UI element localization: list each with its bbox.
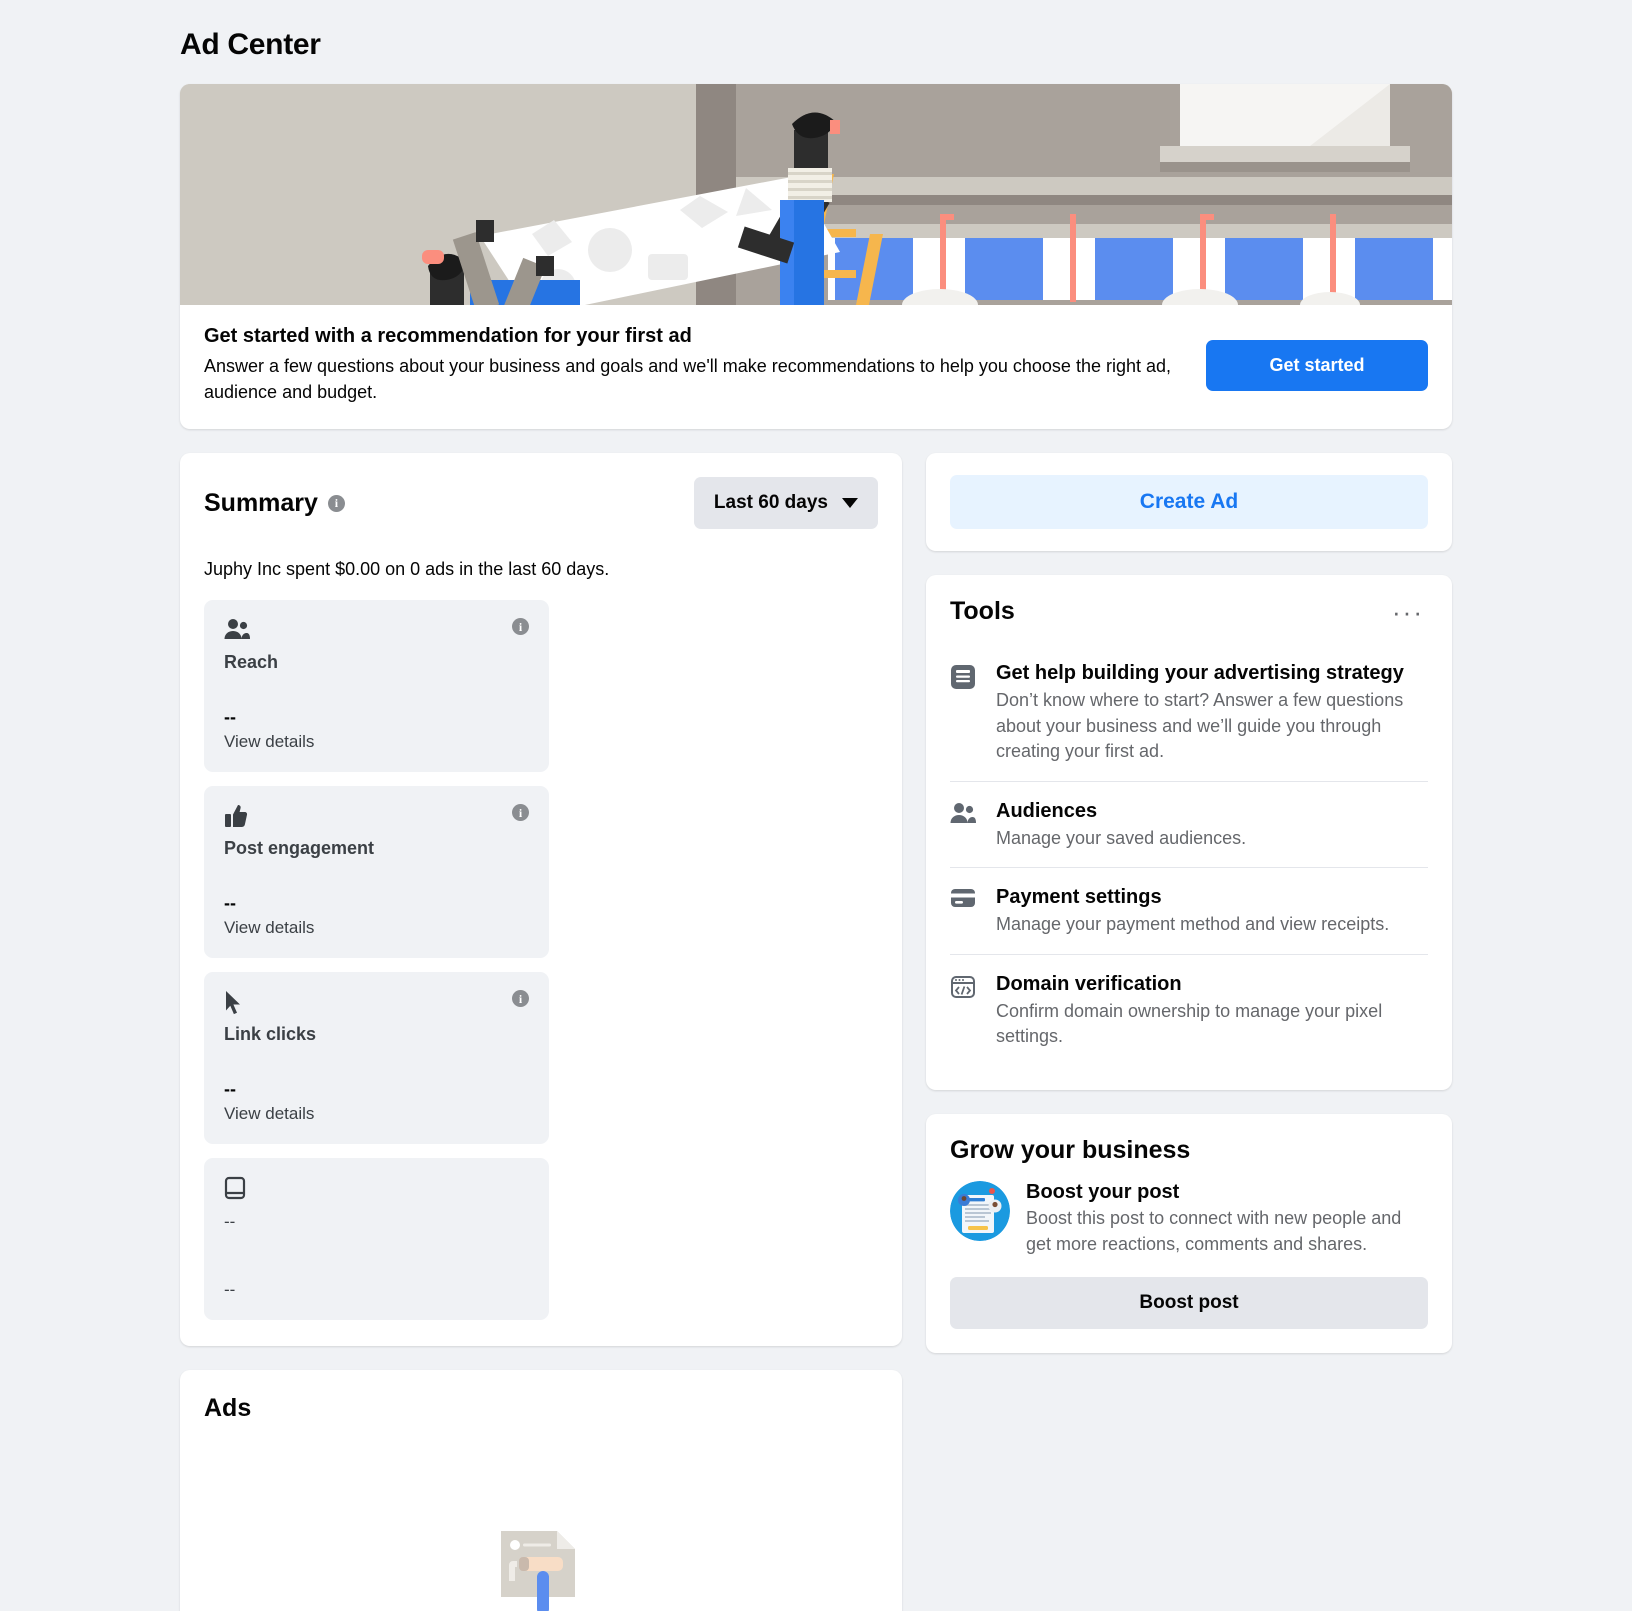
ad-center-page: Ad Center Get started with a recommendat… — [0, 0, 1632, 1611]
tile-icon-row: i — [224, 618, 529, 646]
info-icon[interactable]: i — [512, 618, 529, 636]
tool-description: Confirm domain ownership to manage your … — [996, 1000, 1383, 1047]
tool-item-payment-settings[interactable]: Payment settings Manage your payment met… — [950, 867, 1428, 954]
tile-value: -- — [224, 707, 236, 728]
cursor-icon — [224, 990, 244, 1021]
tool-text: Payment settings Manage your payment met… — [996, 884, 1389, 938]
metric-tile-link-clicks[interactable]: i Link clicks -- View details — [204, 972, 549, 1145]
tile-icon-row: i — [224, 990, 529, 1018]
main-column: Summary i Last 60 days Juphy Inc spent $… — [180, 453, 902, 1611]
tile-label: Link clicks — [224, 1024, 317, 1045]
info-icon[interactable]: i — [512, 804, 529, 822]
summary-header: Summary i Last 60 days — [204, 477, 878, 530]
tile-value: -- — [224, 893, 236, 914]
audiences-icon — [950, 798, 980, 852]
tile-label: Reach — [224, 652, 279, 673]
view-details-link[interactable]: View details — [224, 732, 529, 752]
promo-body: Get started with a recommendation for yo… — [180, 305, 1452, 429]
info-icon[interactable]: i — [512, 990, 529, 1008]
boost-post-button[interactable]: Boost post — [950, 1277, 1428, 1330]
thumbs-up-icon — [224, 804, 248, 833]
boost-post-description: Boost this post to connect with new peop… — [1026, 1208, 1402, 1254]
tool-name: Audiences — [996, 799, 1098, 822]
tile-icon-row: i — [224, 804, 529, 832]
paint-roller-icon — [493, 1519, 589, 1611]
tool-text: Get help building your advertising strat… — [996, 660, 1428, 765]
hero-illustration — [180, 84, 1452, 305]
date-range-dropdown[interactable]: Last 60 days — [693, 477, 878, 530]
view-details-link[interactable]: View details — [224, 1104, 529, 1124]
main-columns: Summary i Last 60 days Juphy Inc spent $… — [180, 453, 1452, 1611]
tool-description: Manage your payment method and view rece… — [996, 914, 1390, 935]
metric-tiles: i Reach -- View details i Post engagemen… — [204, 600, 878, 1321]
grow-business-title: Grow your business — [950, 1136, 1191, 1165]
tools-title: Tools — [950, 597, 1015, 626]
tool-text: Domain verification Confirm domain owner… — [996, 971, 1428, 1050]
view-details-link[interactable]: View details — [224, 918, 529, 938]
tile-icon-row — [224, 1176, 529, 1204]
sidebar-column: Create Ad Tools ··· Get help building yo… — [926, 453, 1452, 1354]
credit-card-icon — [950, 884, 980, 938]
people-icon — [224, 618, 250, 645]
tools-more-options-icon[interactable]: ··· — [1388, 599, 1428, 625]
grow-business-card: Grow your business Boost your post Boost… — [926, 1114, 1452, 1354]
metric-tile-placeholder[interactable]: -- -- — [204, 1158, 549, 1321]
tile-value: -- — [224, 1280, 236, 1300]
info-icon[interactable]: i — [327, 494, 345, 512]
summary-title-wrap: Summary i — [204, 489, 345, 518]
summary-card: Summary i Last 60 days Juphy Inc spent $… — [180, 453, 902, 1347]
promo-subtitle: Answer a few questions about your busine… — [204, 356, 1172, 403]
boost-post-thumbnail — [950, 1181, 1010, 1242]
article-icon — [950, 660, 980, 765]
tool-description: Manage your saved audiences. — [996, 827, 1247, 848]
boost-post-text: Boost your post Boost this post to conne… — [1026, 1181, 1428, 1257]
tile-label: -- — [224, 1212, 236, 1232]
summary-title: Summary — [204, 488, 318, 517]
create-ad-sidebar-button[interactable]: Create Ad — [950, 475, 1428, 530]
page-title: Ad Center — [180, 28, 321, 61]
recommendation-promo-card: Get started with a recommendation for yo… — [180, 84, 1452, 430]
tool-name: Domain verification — [996, 972, 1182, 995]
tool-item-domain-verification[interactable]: Domain verification Confirm domain owner… — [950, 953, 1428, 1066]
promo-text: Get started with a recommendation for yo… — [204, 325, 1182, 405]
tool-text: Audiences Manage your saved audiences. — [996, 798, 1246, 852]
boost-post-row[interactable]: Boost your post Boost this post to conne… — [950, 1181, 1428, 1257]
tool-name: Get help building your advertising strat… — [996, 662, 1404, 685]
metric-tile-post-engagement[interactable]: i Post engagement -- View details — [204, 786, 549, 959]
ads-title: Ads — [204, 1394, 252, 1423]
tools-card: Tools ··· Get help building your adverti… — [926, 575, 1452, 1091]
promo-title: Get started with a recommendation for yo… — [204, 325, 692, 347]
tool-item-advertising-strategy[interactable]: Get help building your advertising strat… — [950, 644, 1428, 781]
tool-item-audiences[interactable]: Audiences Manage your saved audiences. — [950, 780, 1428, 868]
tools-header: Tools ··· — [950, 597, 1428, 626]
content-wrap: Ad Center Get started with a recommendat… — [180, 0, 1452, 1611]
get-started-button[interactable]: Get started — [1206, 339, 1428, 391]
boost-post-title: Boost your post — [1026, 1181, 1180, 1204]
metric-tile-reach[interactable]: i Reach -- View details — [204, 600, 549, 773]
tile-value: -- — [224, 1079, 236, 1100]
tool-name: Payment settings — [996, 886, 1162, 909]
tile-label: Post engagement — [224, 838, 375, 859]
tool-description: Don’t know where to start? Answer a few … — [996, 690, 1404, 762]
create-ad-card: Create Ad — [926, 453, 1452, 552]
chevron-down-icon — [842, 498, 858, 509]
ads-card: Ads — [180, 1370, 902, 1611]
ads-empty-state: You have not created any ads yet Metrics… — [204, 1423, 878, 1611]
date-range-label: Last 60 days — [713, 492, 828, 514]
placeholder-card-icon — [224, 1176, 246, 1205]
spend-summary-text: Juphy Inc spent $0.00 on 0 ads in the la… — [204, 559, 610, 580]
code-window-icon — [950, 971, 980, 1050]
